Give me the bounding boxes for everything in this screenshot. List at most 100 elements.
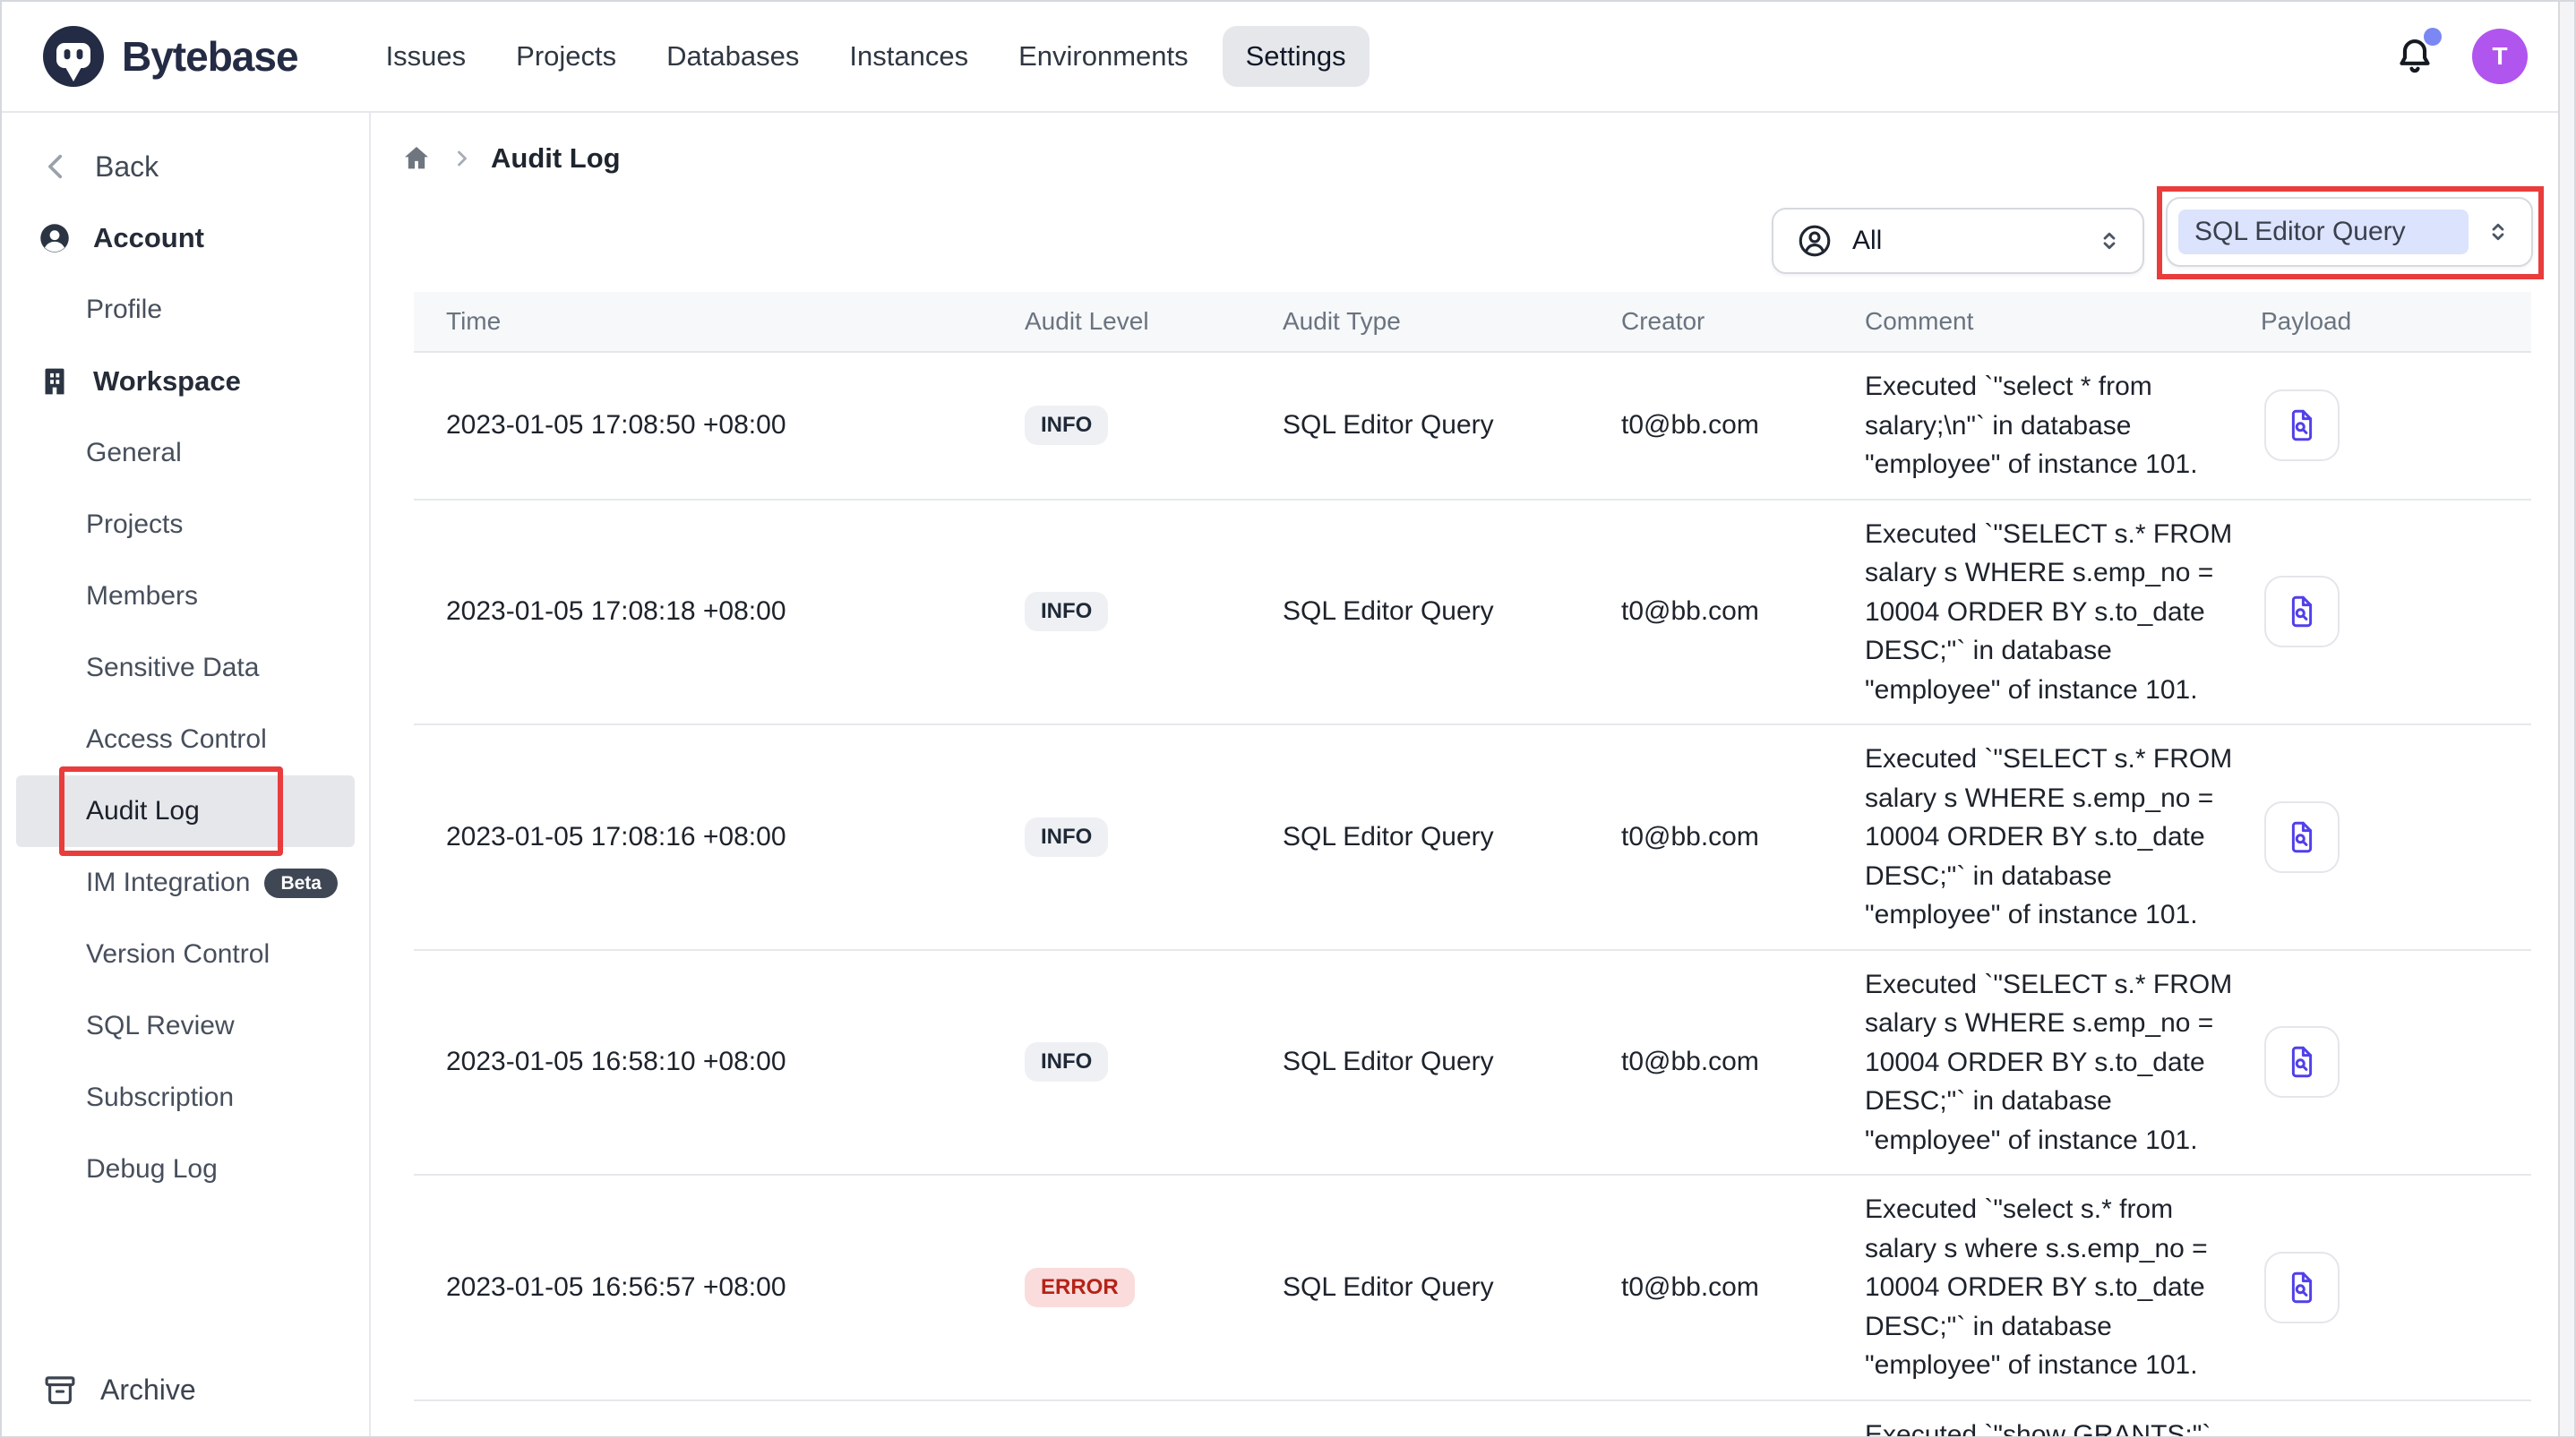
sidebar-item-access-control[interactable]: Access Control (2, 704, 369, 775)
audit-log-table: Time Audit Level Audit Type Creator Comm… (414, 292, 2531, 1438)
comment-cell: Executed `"select * from salary;\n"` in … (1865, 367, 2243, 484)
sidebar-item-label: Access Control (86, 724, 267, 755)
file-search-icon (2283, 1043, 2321, 1081)
creator-filter-select[interactable]: All (1772, 208, 2144, 274)
audit-level-badge: INFO (1025, 592, 1108, 631)
audit-level-cell: INFO (1025, 406, 1283, 445)
sidebar-item-audit-log[interactable]: Audit Log (16, 775, 355, 847)
notification-bell-button[interactable] (2391, 33, 2438, 80)
sidebar-item-profile[interactable]: Profile (2, 274, 369, 346)
table-row: 2023-01-05 13:32:52 +08:00 INFO SQL Edit… (414, 1401, 2531, 1438)
sidebar-item-archive[interactable]: Archive (2, 1354, 369, 1425)
audit-level-badge: ERROR (1025, 1268, 1135, 1307)
page-title: Audit Log (491, 142, 621, 175)
audit-type-cell: SQL Editor Query (1283, 596, 1621, 627)
column-header-audit-type: Audit Type (1283, 307, 1621, 336)
sidebar-item-im-integration[interactable]: IM IntegrationBeta (2, 847, 369, 919)
payload-cell (2261, 1252, 2531, 1323)
sidebar-section-account: Account (2, 202, 369, 274)
payload-view-button[interactable] (2264, 389, 2340, 461)
audit-type-cell: SQL Editor Query (1283, 822, 1621, 852)
breadcrumb: Audit Log (399, 141, 621, 175)
sidebar-item-label: Version Control (86, 939, 270, 970)
sidebar-item-general[interactable]: General (2, 417, 369, 489)
comment-cell: Executed `"select s.* from salary s wher… (1865, 1190, 2243, 1385)
file-search-icon (2283, 1269, 2321, 1306)
sidebar-item-version-control[interactable]: Version Control (2, 919, 369, 990)
audit-level-cell: INFO (1025, 817, 1283, 857)
comment-cell: Executed `"SELECT s.* FROM salary s WHER… (1865, 740, 2243, 935)
top-nav: Bytebase Issues Projects Databases Instance… (2, 2, 2574, 113)
nav-item-projects[interactable]: Projects (500, 26, 632, 87)
sidebar-item-label: Profile (86, 295, 162, 325)
creator-cell: t0@bb.com (1621, 410, 1865, 441)
sidebar-item-label: Debug Log (86, 1154, 218, 1185)
sidebar-section-label: Account (93, 222, 204, 254)
nav-item-environments[interactable]: Environments (1002, 26, 1205, 87)
audit-level-badge: INFO (1025, 1042, 1108, 1082)
nav-item-instances[interactable]: Instances (833, 26, 984, 87)
sidebar-section-workspace: Workspace (2, 346, 369, 417)
back-button[interactable]: Back (2, 131, 369, 202)
nav-item-databases[interactable]: Databases (650, 26, 815, 87)
creator-cell: t0@bb.com (1621, 822, 1865, 852)
sidebar-menu: Account Profile WorkspaceGeneralProjects Me… (2, 202, 369, 1205)
user-icon (36, 219, 73, 257)
table-header-row: Time Audit Level Audit Type Creator Comm… (414, 292, 2531, 353)
payload-view-button[interactable] (2264, 801, 2340, 873)
audit-type-filter-select[interactable]: SQL Editor Query (2166, 197, 2533, 267)
person-circle-icon (1795, 221, 1834, 261)
comment-cell: Executed `"SELECT s.* FROM salary s WHER… (1865, 515, 2243, 710)
file-search-icon (2283, 407, 2321, 444)
audit-level-badge: INFO (1025, 406, 1108, 445)
sidebar-item-label: Audit Log (86, 796, 200, 826)
audit-type-cell: SQL Editor Query (1283, 1047, 1621, 1077)
chevron-left-icon (41, 151, 72, 182)
vertical-scrollbar[interactable] (2558, 2, 2574, 1436)
table-body: 2023-01-05 17:08:50 +08:00 INFO SQL Edit… (414, 353, 2531, 1438)
sidebar-item-label: IM Integration (86, 868, 250, 898)
chevron-right-icon (450, 146, 475, 171)
sidebar-item-sql-review[interactable]: SQL Review (2, 990, 369, 1062)
table-row: 2023-01-05 16:56:57 +08:00 ERROR SQL Edi… (414, 1176, 2531, 1401)
payload-view-button[interactable] (2264, 1252, 2340, 1323)
payload-view-button[interactable] (2264, 1026, 2340, 1098)
user-avatar[interactable]: T (2472, 29, 2528, 84)
creator-cell: t0@bb.com (1621, 596, 1865, 627)
building-icon (36, 363, 73, 400)
sidebar-item-label: Subscription (86, 1083, 234, 1113)
table-row: 2023-01-05 16:58:10 +08:00 INFO SQL Edit… (414, 951, 2531, 1177)
comment-cell: Executed `"SELECT s.* FROM salary s WHER… (1865, 965, 2243, 1160)
nav-right: T (2391, 29, 2528, 84)
file-search-icon (2283, 593, 2321, 630)
nav-item-settings[interactable]: Settings (1223, 26, 1370, 87)
nav-item-issues[interactable]: Issues (370, 26, 483, 87)
table-row: 2023-01-05 17:08:18 +08:00 INFO SQL Edit… (414, 501, 2531, 726)
time-cell: 2023-01-05 16:56:57 +08:00 (414, 1272, 1025, 1303)
brand-logo[interactable]: Bytebase (41, 24, 298, 89)
time-cell: 2023-01-05 17:08:50 +08:00 (414, 410, 1025, 441)
annotation-box-type-filter: SQL Editor Query (2157, 186, 2544, 279)
table-row: 2023-01-05 17:08:50 +08:00 INFO SQL Edit… (414, 353, 2531, 501)
archive-label: Archive (100, 1374, 196, 1407)
payload-cell (2261, 576, 2531, 647)
column-header-audit-level: Audit Level (1025, 307, 1283, 336)
archive-icon (41, 1371, 79, 1408)
sidebar-item-debug-log[interactable]: Debug Log (2, 1134, 369, 1205)
back-label: Back (95, 150, 159, 184)
chevron-up-down-icon (2483, 217, 2513, 247)
creator-cell: t0@bb.com (1621, 1272, 1865, 1303)
table-row: 2023-01-05 17:08:16 +08:00 INFO SQL Edit… (414, 725, 2531, 951)
sidebar-item-sensitive-data[interactable]: Sensitive Data (2, 632, 369, 704)
brand-name: Bytebase (122, 32, 298, 81)
payload-view-button[interactable] (2264, 576, 2340, 647)
comment-cell: Executed `"show GRANTS;"` in database "e… (1865, 1416, 2243, 1438)
sidebar-item-members[interactable]: Members (2, 561, 369, 632)
time-cell: 2023-01-05 16:58:10 +08:00 (414, 1047, 1025, 1077)
sidebar-item-label: Members (86, 581, 198, 612)
audit-type-filter-value: SQL Editor Query (2178, 210, 2469, 254)
time-cell: 2023-01-05 17:08:16 +08:00 (414, 822, 1025, 852)
sidebar-item-subscription[interactable]: Subscription (2, 1062, 369, 1134)
home-icon[interactable] (399, 141, 434, 175)
sidebar-item-projects[interactable]: Projects (2, 489, 369, 561)
